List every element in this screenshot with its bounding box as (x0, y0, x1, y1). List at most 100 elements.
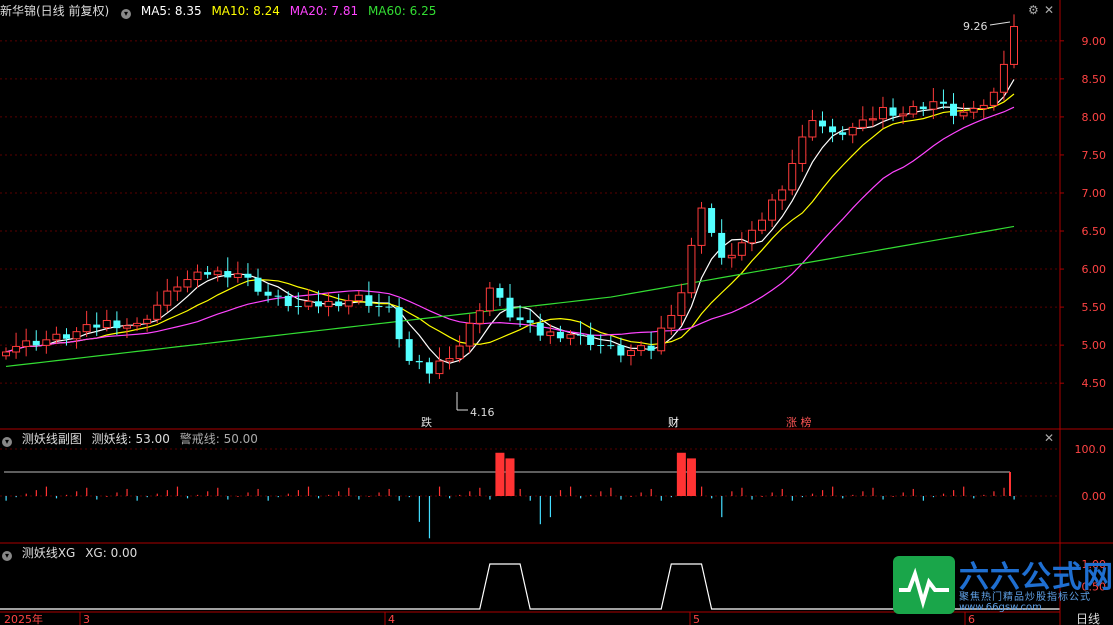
candle[interactable] (687, 237, 696, 299)
sub1-bar-up[interactable] (459, 494, 461, 496)
sub1-bar-down[interactable] (922, 496, 924, 501)
candle[interactable] (657, 315, 666, 355)
sub1-bar-down[interactable] (418, 496, 420, 522)
candle[interactable] (858, 106, 867, 132)
close-icon[interactable]: ✕ (1044, 3, 1054, 17)
sub1-bar-up[interactable] (505, 458, 515, 496)
sub1-bar-up[interactable] (569, 486, 572, 496)
sub1-bar-up[interactable] (388, 488, 390, 496)
sub1-bar-down[interactable] (408, 496, 410, 498)
candle[interactable] (506, 284, 514, 322)
sub1-bar-up[interactable] (116, 492, 118, 496)
candle[interactable] (163, 278, 172, 313)
candle[interactable] (254, 268, 262, 296)
sub1-bar-up[interactable] (495, 452, 505, 496)
sub1-bar-down[interactable] (1013, 496, 1015, 500)
sub1-bar-up[interactable] (368, 496, 370, 497)
sub1-bar-up[interactable] (338, 491, 340, 496)
candle[interactable] (939, 89, 947, 110)
sub1-bar-up[interactable] (781, 488, 783, 496)
sub1-bar-up[interactable] (761, 496, 763, 497)
sub1-bar-down[interactable] (277, 496, 279, 498)
sub1-bar-down[interactable] (882, 496, 884, 500)
candle[interactable] (737, 232, 746, 261)
sub1-bar-up[interactable] (630, 496, 632, 497)
sub1-bar-up[interactable] (76, 491, 78, 496)
candle[interactable] (839, 126, 847, 141)
sub1-bar-down[interactable] (428, 496, 431, 539)
sub1-bar-up[interactable] (469, 491, 471, 496)
sub1-bar-up[interactable] (1003, 487, 1005, 496)
candle[interactable] (475, 303, 484, 334)
kline-stage[interactable]: 9.00 8.50 8.00 7.50 7.00 6.50 6.00 5.50 5.00 4.50… (0, 0, 1113, 625)
sub1-bar-up[interactable] (912, 488, 914, 496)
candle[interactable] (536, 313, 544, 341)
candle[interactable] (22, 328, 31, 357)
sub1-bar-up[interactable] (811, 493, 814, 496)
candle[interactable] (465, 314, 474, 353)
candle[interactable] (224, 257, 232, 288)
candle[interactable] (919, 101, 927, 116)
candle[interactable] (183, 270, 192, 293)
sub1-bar-up[interactable] (247, 492, 249, 496)
candle[interactable] (677, 283, 686, 326)
sub1-bar-up[interactable] (953, 490, 955, 496)
candle[interactable] (204, 266, 212, 279)
sub1-bar-down[interactable] (96, 496, 98, 500)
candle[interactable] (405, 331, 413, 365)
candle[interactable] (233, 261, 242, 283)
candle[interactable] (435, 347, 444, 379)
sub1-bar-up[interactable] (35, 490, 37, 496)
sub1-bars[interactable] (5, 452, 1015, 539)
sub1-bar-up[interactable] (640, 492, 642, 496)
sub1-expand-icon[interactable]: ▾ (2, 437, 12, 447)
sub1-bar-up[interactable] (166, 490, 168, 496)
candle[interactable] (193, 264, 202, 288)
sub1-bar-down[interactable] (136, 496, 138, 501)
candle[interactable] (718, 219, 726, 265)
sub1-bar-up[interactable] (892, 496, 894, 497)
sub1-bar-down[interactable] (5, 496, 7, 501)
candle[interactable] (798, 124, 807, 172)
sub1-bar-up[interactable] (862, 491, 864, 496)
sub1-bar-up[interactable] (45, 486, 48, 496)
sub1-close-icon[interactable]: ✕ (1044, 431, 1054, 445)
sub1-bar-up[interactable] (237, 496, 239, 497)
sub1-bar-up[interactable] (207, 491, 209, 496)
candles[interactable] (2, 14, 1018, 384)
sub1-bar-up[interactable] (106, 496, 108, 497)
expand-icon[interactable]: ▾ (121, 9, 132, 19)
candle[interactable] (425, 357, 433, 384)
sub1-bar-up[interactable] (217, 487, 219, 496)
sub1-bar-down[interactable] (227, 496, 229, 500)
candle[interactable] (32, 330, 40, 351)
candle[interactable] (173, 276, 182, 301)
sub1-bar-down[interactable] (620, 496, 622, 500)
sub1-bar-up[interactable] (610, 487, 612, 496)
candle[interactable] (335, 293, 343, 312)
sub1-bar-down[interactable] (711, 496, 713, 499)
sub1-bar-up[interactable] (86, 487, 88, 496)
sub1-bar-up[interactable] (993, 491, 995, 496)
sub1-bar-up[interactable] (519, 488, 521, 496)
sub1-bar-down[interactable] (358, 496, 360, 500)
candle[interactable] (878, 96, 887, 129)
sub1-bar-up[interactable] (307, 486, 310, 496)
sub1-bar-up[interactable] (832, 486, 834, 496)
sub1-bar-down[interactable] (973, 496, 975, 499)
sub1-bar-up[interactable] (771, 492, 773, 496)
candle[interactable] (526, 309, 534, 333)
candle[interactable] (848, 122, 857, 144)
sub1-bar-down[interactable] (549, 496, 552, 518)
sub1-bar-up[interactable] (600, 491, 602, 496)
candle[interactable] (708, 203, 716, 237)
sub1-bar-down[interactable] (146, 496, 148, 498)
sub1-bar-up[interactable] (983, 494, 985, 496)
sub1-bar-up[interactable] (741, 487, 743, 496)
candle[interactable] (727, 243, 736, 268)
candle[interactable] (969, 100, 978, 120)
candle[interactable] (758, 212, 766, 235)
candle[interactable] (143, 314, 152, 332)
sub1-bar-down[interactable] (489, 496, 491, 500)
sub1-bar-up[interactable] (963, 486, 965, 496)
